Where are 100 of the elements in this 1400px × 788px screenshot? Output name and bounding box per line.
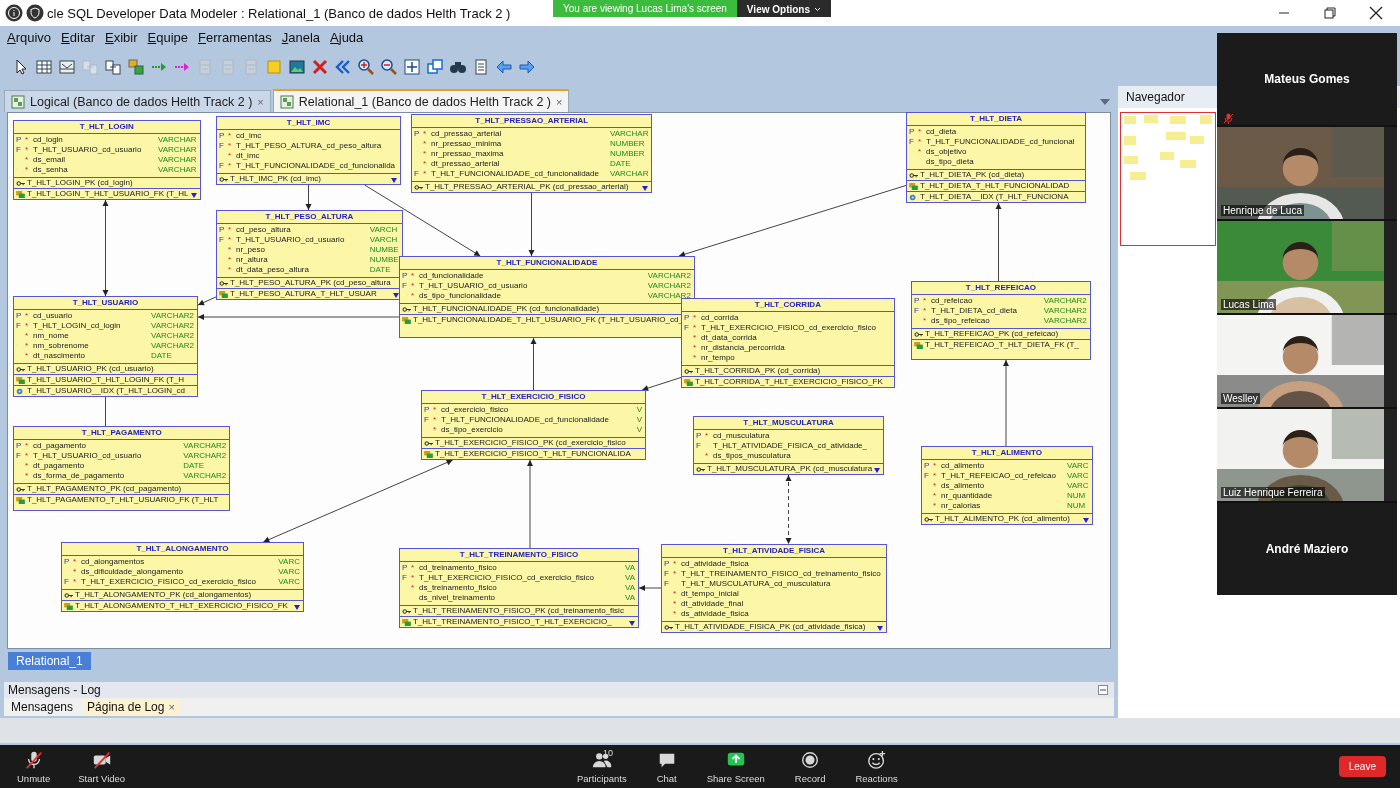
column-name: ds_tipo_dieta [926,157,975,167]
key-entry: T_HLT_ATIVIDADE_FISICA_PK (cd_atividade_fisica) [675,622,866,632]
editor-tab[interactable]: Relational_1 (Banco de dados Helth Track 2 ) × [272,89,570,112]
shield-icon[interactable] [26,4,44,22]
table-node[interactable] [13,296,198,397]
forward-icon[interactable] [518,58,536,76]
triangle-icon[interactable] [877,626,883,631]
required-mark: * [228,161,233,171]
table-icon[interactable] [35,58,53,76]
foreign-key-icon [16,376,25,384]
collapse-icon[interactable] [334,58,352,76]
back-icon[interactable] [495,58,513,76]
table-node[interactable]: T_HLT_DIETA P * cd_dieta F * T_HLT_FUNCIONALIDADE_cd_funcional * ds_objetivo ds_tipo_dieta T_HLT_DIETA_PK (cd_dieta) T_HLT_DIETA_T_HLT_FUNCIONALIDAD T_HLT_DIETA__IDX (T_HLT_FUNCIONA [906,112,1086,203]
triangle-icon[interactable] [642,186,649,191]
required-mark: * [433,425,438,435]
menu-item[interactable]: Editar [61,29,106,45]
table-node[interactable] [661,544,887,633]
triangle-icon[interactable] [391,178,397,183]
triangle-icon[interactable] [392,293,399,298]
table-node[interactable]: T_HLT_REFEICAO P * cd_refeicao VARCHAR2 F * T_HLT_DIETA_cd_dieta VARCHAR2 * ds_tipo_refeicao VARCHAR2 T_HLT_REFEICAO_PK (cd_refeicao) T_HLT_REFEICAO_T_HLT_DIETA_FK (T_ [911,281,1091,360]
required-mark: * [423,129,428,139]
fk-icon[interactable] [127,58,145,76]
fit-icon[interactable] [403,58,421,76]
menu-item[interactable]: Equipe [147,29,199,45]
delete-icon[interactable] [311,58,329,76]
required-mark: * [923,296,928,306]
table-node[interactable]: T_HLT_MUSCULATURA P * cd_musculatura F T_HLT_ATIVIDADE_FISICA_cd_atividade_ * ds_tipos_musculatura T_HLT_MUSCULATURA_PK (cd_musculatura [693,416,885,475]
table-node[interactable]: T_HLT_LOGIN P * cd_login VARCHAR F * T_HLT_USUARIO_cd_usuario VARCHAR * ds_email VARCHAR * ds_senha VARCHAR T_HLT_LOGIN_PK (cd_login) T_HLT_LOGIN_T_HLT_USUARIO_FK (T_HL [13,120,201,200]
editor-tab[interactable]: Logical (Banco de dados Helth Track 2 ) × [4,90,271,112]
table-node[interactable] [421,390,646,460]
menu-item[interactable]: Exibir [105,29,148,45]
toolbar-button[interactable]: Unmute [17,749,51,784]
zoom-in-icon[interactable] [357,58,375,76]
toolbar-button[interactable]: Reactions [855,749,898,784]
foreign-key-icon [402,316,411,324]
table-node[interactable]: T_HLT_ALIMENTO P * cd_alimento VARC F * T_HLT_REFEICAO_cd_refeicao VARC * ds_alimento VARC * nr_quantidade NUM * nr_calorias NUM T_HLT_ALIMENTO_PK (cd_alimento) [921,446,1093,525]
menu-item[interactable]: Arquivo [7,29,62,45]
log-tab[interactable]: Página de Log × [83,699,179,715]
column-type: VARC [277,567,300,577]
toolbar-button[interactable]: Record [794,749,826,784]
page-icon[interactable] [472,58,490,76]
view-icon[interactable] [58,58,76,76]
triangle-icon[interactable] [1082,518,1089,523]
toolbar-button[interactable]: Share Screen [706,749,765,784]
column-name: T_HLT_USUARIO_cd_usuario [419,281,529,291]
table-node[interactable] [411,114,653,193]
column-role-label: F [696,441,702,451]
column-name: T_HLT_ATIVIDADE_FISICA_cd_atividade_ [713,441,868,451]
info-icon[interactable] [5,4,23,22]
table-node[interactable] [13,426,231,511]
key-icon [696,465,705,473]
table-node[interactable]: T_HLT_IMC P * cd_imc F * T_HLT_PESO_ALTURA_cd_peso_altura * dt_imc F * T_HLT_FUNCIONALIDADE_cd_funcionalida T_HLT_IMC_PK (cd_imc) [216,116,401,185]
column-type: VARC [277,577,300,587]
merge-icon[interactable] [104,58,122,76]
leave-button[interactable]: Leave [1338,756,1386,777]
column-name: ds_email [33,155,66,165]
table-node[interactable] [61,542,304,612]
toolbar-button[interactable]: Chat [656,749,677,784]
tab-close-button[interactable]: × [556,95,563,108]
copy-icon[interactable] [426,58,444,76]
menu-item[interactable]: Ajuda [330,29,374,45]
column-name: dt_pagamento [33,461,86,471]
index-icon [16,387,25,395]
log-tab[interactable]: Mensagens [7,699,78,715]
table-node[interactable] [399,548,639,628]
triangle-icon[interactable] [294,605,300,610]
required-mark: * [673,609,678,619]
column-type: VARCHAR2 [150,321,194,331]
relationship-line [530,337,537,391]
toolbar-button[interactable]: Start Video [78,749,126,784]
key-entry: T_HLT_EXERCICIO_FISICO_T_HLT_FUNCIONALIDA [435,449,631,459]
diagram-tab[interactable]: Relational_1 [8,652,91,670]
triangle-icon[interactable] [190,193,197,198]
triangle-icon[interactable] [874,468,881,473]
view-options-button[interactable]: View Options [736,0,832,17]
required-mark: * [228,151,233,161]
column-role-label: P [16,311,23,321]
column-type: VARCHAR2 [182,471,227,481]
dropdown-icon[interactable] [1100,98,1110,106]
required-mark: * [228,235,233,245]
column-type: VA [623,583,635,593]
table-node[interactable] [399,256,695,338]
required-mark: * [228,141,233,151]
menu-item[interactable]: Janela [281,29,331,45]
table-title: T_HLT_LOGIN [14,121,200,134]
table-node[interactable]: T_HLT_CORRIDA P * cd_corrida F * T_HLT_EXERCICIO_FISICO_cd_exercicio_fisico * dt_data_corrida * nr_distancia_percorrida * nr_tempo T_HLT_CORRIDA_PK (cd_corrida) T_HLT_CORRIDA_T_HLT_EXERCICIO_FISICO_FK [681,298,895,388]
diagram-canvas[interactable] [7,112,1111,649]
triangle-icon[interactable] [629,621,635,626]
tab-close-button[interactable]: × [168,701,175,713]
table-title: T_HLT_EXERCICIO_FISICO [422,391,645,404]
table-node[interactable] [216,210,403,300]
chevron-icon [814,7,822,12]
menu-item[interactable]: Ferramentas [198,29,282,45]
minimize-icon[interactable] [1098,685,1108,695]
image-icon[interactable] [288,58,306,76]
column-role-label: F [664,579,670,589]
required-mark: * [25,331,30,341]
tab-close-button[interactable]: × [257,95,264,108]
minimap-drawing[interactable] [1120,112,1216,246]
zoom-out-icon[interactable] [380,58,398,76]
